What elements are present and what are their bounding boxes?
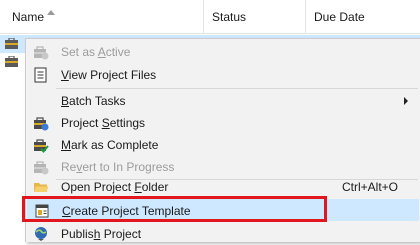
column-header-due-date[interactable]: Due Date [305, 0, 420, 33]
menu-item-revert-to-in-progress[interactable]: Revert to In Progress [27, 156, 419, 178]
menu-item-set-as-active[interactable]: Set as Active [27, 41, 419, 63]
set-active-icon [34, 46, 49, 60]
menu-separator [56, 88, 418, 89]
open-folder-icon [34, 183, 49, 192]
revert-icon [34, 161, 49, 175]
column-header-status[interactable]: Status [203, 0, 305, 33]
menu-item-view-project-files[interactable]: View Project Files [27, 64, 419, 86]
project-briefcase-icon [5, 38, 18, 49]
list-header: Name Status Due Date [0, 0, 420, 34]
menu-item-label: Open Project Folder [61, 180, 169, 194]
column-name-label: Name [12, 10, 45, 24]
menu-item-label: Set as Active [61, 45, 131, 59]
menu-item-mark-as-complete[interactable]: Mark as Complete [27, 134, 419, 156]
column-header-name[interactable]: Name [0, 0, 203, 33]
column-due-label: Due Date [314, 10, 365, 24]
menu-item-label: Publish Project [61, 227, 142, 241]
menu-item-open-project-folder[interactable]: Open Project Folder Ctrl+Alt+O [27, 176, 419, 198]
menu-item-project-settings[interactable]: Project Settings [27, 112, 419, 134]
project-briefcase-icon [5, 56, 18, 67]
menu-item-label: Project Settings [61, 116, 146, 130]
mark-complete-icon [34, 139, 49, 153]
submenu-arrow-icon [404, 97, 408, 105]
project-settings-icon [34, 117, 49, 131]
menu-item-shortcut: Ctrl+Alt+O [342, 180, 399, 194]
menu-item-label: Revert to In Progress [61, 160, 175, 174]
publish-icon [35, 227, 47, 241]
view-files-icon [34, 67, 47, 83]
menu-item-label: View Project Files [61, 68, 157, 82]
column-status-label: Status [212, 10, 247, 24]
menu-item-label: Mark as Complete [61, 138, 159, 152]
annotation-highlight-box [22, 196, 327, 222]
menu-item-label: Batch Tasks [61, 94, 126, 108]
sort-ascending-icon[interactable] [47, 10, 55, 15]
menu-item-batch-tasks[interactable]: Batch Tasks [27, 90, 419, 112]
